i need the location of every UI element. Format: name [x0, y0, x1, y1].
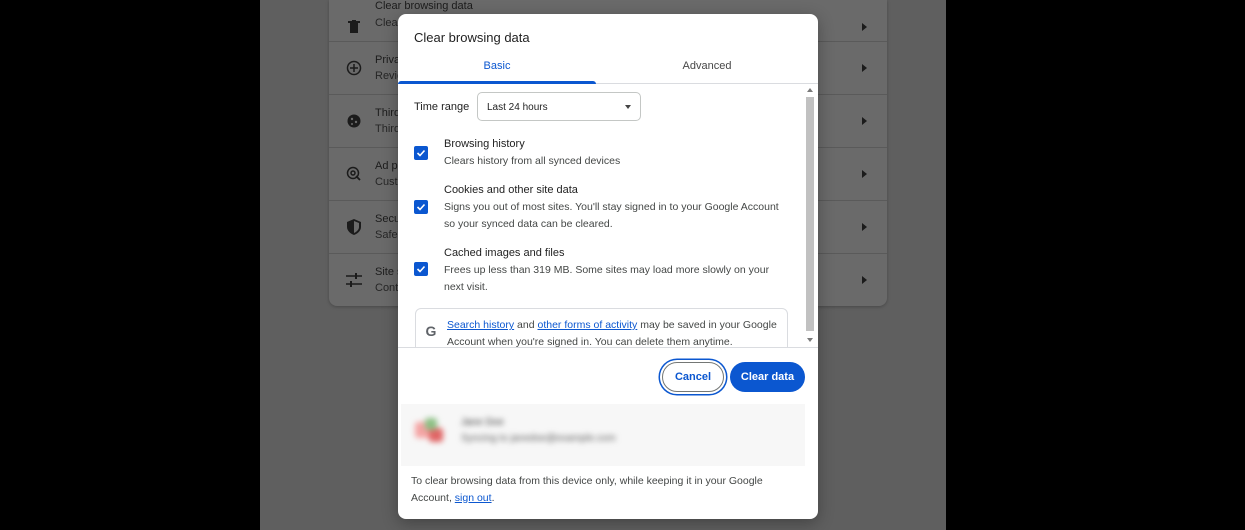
row-title: Secu	[375, 213, 401, 225]
arrow-right-icon	[862, 64, 867, 72]
dialog-tabs: Basic Advanced	[398, 58, 818, 84]
clear-browsing-data-dialog: Clear browsing data Basic Advanced Time …	[398, 14, 818, 519]
arrow-right-icon	[862, 22, 867, 31]
row-subtitle: Third	[375, 123, 401, 135]
avatar	[415, 418, 449, 446]
time-range-select[interactable]: Last 24 hours	[477, 92, 641, 121]
scroll-up-arrow-icon[interactable]	[807, 88, 813, 92]
row-title: Third	[375, 107, 401, 119]
account-email: Syncing to janedoe@example.com	[461, 433, 616, 444]
google-activity-notice: G Search history and other forms of acti…	[415, 308, 788, 347]
option-title: Cached images and files	[444, 247, 565, 259]
notice-and: and	[517, 319, 535, 331]
cookies-checkbox[interactable]	[414, 200, 428, 214]
option-title: Browsing history	[444, 138, 525, 150]
row-subtitle: Safe	[375, 229, 398, 241]
signed-in-account: Jane Doe Syncing to janedoe@example.com	[401, 404, 805, 466]
account-name: Jane Doe	[461, 417, 504, 428]
sign-out-notice: To clear browsing data from this device …	[411, 473, 805, 506]
trash-icon	[345, 18, 363, 36]
cached-images-checkbox[interactable]	[414, 262, 428, 276]
google-g-icon: G	[425, 323, 437, 339]
arrow-right-icon	[862, 117, 867, 125]
shield-icon	[345, 218, 363, 236]
option-description: Clears history from all synced devices	[444, 155, 621, 167]
dialog-title: Clear browsing data	[414, 30, 530, 45]
search-history-link[interactable]: Search history	[447, 319, 514, 331]
caret-down-icon	[625, 105, 631, 109]
option-description: Signs you out of most sites. You'll stay…	[444, 201, 779, 230]
scroll-down-arrow-icon[interactable]	[807, 338, 813, 342]
sliders-icon	[345, 271, 363, 289]
browsing-history-checkbox[interactable]	[414, 146, 428, 160]
row-title: Priva	[375, 54, 401, 66]
row-title: Ad p	[375, 160, 398, 172]
arrow-right-icon	[862, 276, 867, 284]
scrollbar-thumb[interactable]	[806, 97, 814, 331]
footer-end: .	[491, 491, 495, 504]
google-notice-text: Search history and other forms of activi…	[447, 317, 787, 347]
tab-advanced[interactable]: Advanced	[608, 58, 806, 84]
dialog-scroll-area[interactable]: Time range Last 24 hours Browsing histor…	[398, 84, 818, 348]
arrow-right-icon	[862, 223, 867, 231]
row-subtitle: Cont	[375, 282, 399, 294]
clear-data-button[interactable]: Clear data	[730, 362, 805, 392]
time-range-value: Last 24 hours	[487, 102, 548, 113]
option-description: Frees up less than 319 MB. Some sites ma…	[444, 264, 770, 293]
option-title: Cookies and other site data	[444, 184, 578, 196]
ad-privacy-icon	[345, 165, 363, 183]
compass-icon	[345, 59, 363, 77]
sign-out-link[interactable]: sign out	[455, 492, 492, 504]
arrow-right-icon	[862, 170, 867, 178]
time-range-label: Time range	[414, 101, 470, 113]
dialog-scrollbar[interactable]	[804, 84, 816, 347]
other-activity-link[interactable]: other forms of activity	[538, 319, 638, 331]
cookie-icon	[345, 112, 363, 130]
cancel-button[interactable]: Cancel	[662, 362, 724, 392]
row-title: Clear browsing data	[375, 0, 473, 12]
